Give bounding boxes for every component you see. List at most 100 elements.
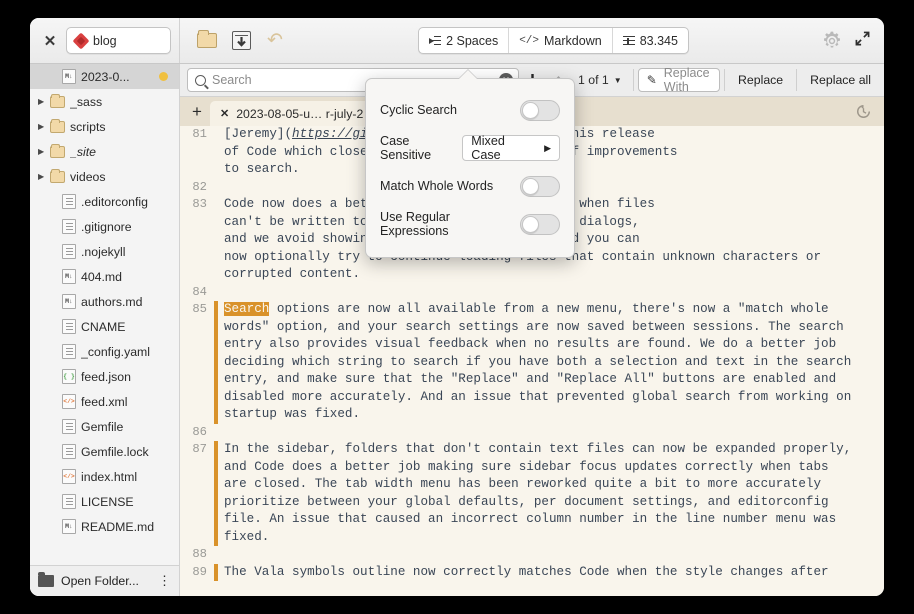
editor-line-wrap: corrupted content.	[180, 266, 884, 284]
file-tree-item[interactable]: ▶_sass	[30, 89, 179, 114]
expand-arrow-icon[interactable]: ▶	[38, 97, 50, 106]
case-sensitive-dropdown[interactable]: Mixed Case ▶	[462, 135, 560, 161]
language-setting-button[interactable]: </> Markdown	[509, 28, 612, 53]
line-text	[218, 546, 884, 564]
line-text: words" option, and your search settings …	[218, 319, 884, 337]
line-text: Search options are now all available fro…	[218, 301, 884, 319]
editor-line-wrap: entry also provides visual feedback when…	[180, 336, 884, 354]
line-position-button[interactable]: 83.345	[613, 28, 688, 53]
text-file-icon	[62, 494, 76, 509]
file-type-badge: M↓	[63, 520, 75, 533]
line-number	[180, 266, 214, 284]
editor-line-wrap: are closed. The tab width menu has been …	[180, 476, 884, 494]
file-tree-item[interactable]: CNAME	[30, 314, 179, 339]
case-sensitive-value: Mixed Case	[471, 134, 536, 162]
xml-file-icon: </>	[62, 394, 76, 409]
match-count-label: 1 of 1	[578, 73, 609, 87]
file-tree-item[interactable]: LICENSE	[30, 489, 179, 514]
file-name-label: feed.xml	[81, 395, 127, 409]
match-whole-words-label: Match Whole Words	[380, 179, 493, 193]
undo-button[interactable]: ↶	[262, 29, 288, 53]
line-text: startup was fixed.	[218, 406, 884, 424]
folder-icon	[197, 33, 217, 48]
chevron-down-icon: ▼	[614, 76, 622, 85]
line-number: 81	[180, 126, 214, 144]
expand-arrow-icon[interactable]: ▶	[38, 122, 50, 131]
line-text: and Code does a better job making sure s…	[218, 459, 884, 477]
line-number: 88	[180, 546, 214, 564]
kebab-menu-icon[interactable]: ⋮	[158, 576, 171, 586]
line-text: disabled more accurately. And an issue t…	[218, 389, 884, 407]
json-file-icon: { }	[62, 369, 76, 384]
line-number	[180, 319, 214, 337]
file-tree-item[interactable]: .nojekyll	[30, 239, 179, 264]
indent-setting-button[interactable]: 2 Spaces	[419, 28, 509, 53]
language-label: Markdown	[544, 34, 602, 48]
code-icon: </>	[519, 35, 539, 47]
open-folder-label[interactable]: Open Folder...	[61, 574, 139, 588]
file-tree-item[interactable]: </>index.html	[30, 464, 179, 489]
project-name-label: blog	[93, 34, 117, 48]
document-tab[interactable]: ✕ 2023-08-05-u… r-july-2…	[210, 101, 388, 126]
editor-line-wrap: and Code does a better job making sure s…	[180, 459, 884, 477]
line-text: entry also provides visual feedback when…	[218, 336, 884, 354]
file-name-label: .gitignore	[81, 220, 132, 234]
file-type-badge: </>	[63, 395, 75, 408]
close-window-button[interactable]: ✕	[40, 31, 60, 51]
line-number: 84	[180, 284, 214, 302]
line-number	[180, 529, 214, 547]
file-name-label: 404.md	[81, 270, 122, 284]
expand-arrow-icon[interactable]: ▶	[38, 147, 50, 156]
toggle-knob	[522, 102, 539, 119]
file-tree-item[interactable]: M↓authors.md	[30, 289, 179, 314]
use-regex-toggle[interactable]	[520, 214, 560, 235]
line-number	[180, 161, 214, 179]
file-tree-item[interactable]: ▶scripts	[30, 114, 179, 139]
replace-input[interactable]: ✎ Replace With	[638, 68, 720, 92]
line-text	[218, 284, 884, 302]
file-tree-item[interactable]: ▶_site	[30, 139, 179, 164]
fullscreen-button[interactable]	[853, 31, 872, 50]
line-number	[180, 249, 214, 267]
replace-all-button[interactable]: Replace all	[801, 68, 880, 92]
settings-button[interactable]	[819, 29, 845, 53]
xml-file-icon: </>	[62, 469, 76, 484]
open-folder-button[interactable]	[194, 29, 220, 53]
file-type-badge: { }	[63, 370, 75, 383]
line-text: are closed. The tab width menu has been …	[218, 476, 884, 494]
file-tree-item[interactable]: { }feed.json	[30, 364, 179, 389]
expand-arrow-icon[interactable]: ▶	[38, 172, 50, 181]
new-tab-button[interactable]: +	[184, 97, 210, 126]
text-file-icon	[62, 419, 76, 434]
editor-line-wrap: prioritize between your global defaults,…	[180, 494, 884, 512]
folder-icon	[50, 146, 65, 158]
file-tree-item[interactable]: M↓404.md	[30, 264, 179, 289]
markdown-file-icon: M↓	[62, 519, 76, 534]
save-button[interactable]	[228, 29, 254, 53]
close-tab-button[interactable]: ✕	[220, 107, 229, 120]
replace-button[interactable]: Replace	[729, 68, 792, 92]
cyclic-search-toggle[interactable]	[520, 100, 560, 121]
file-tree-item[interactable]: _config.yaml	[30, 339, 179, 364]
undo-icon: ↶	[267, 31, 283, 50]
file-tree-item[interactable]: M↓README.md	[30, 514, 179, 539]
file-tree-item[interactable]: M↓2023-0...	[30, 64, 179, 89]
file-tree-item[interactable]: .gitignore	[30, 214, 179, 239]
text-file-icon	[62, 319, 76, 334]
file-name-label: 2023-0...	[81, 70, 130, 84]
file-tree-item[interactable]: Gemfile	[30, 414, 179, 439]
file-tree-item[interactable]: .editorconfig	[30, 189, 179, 214]
match-whole-words-toggle[interactable]	[520, 176, 560, 197]
sidebar-header: ✕ blog	[30, 18, 180, 63]
line-text: corrupted content.	[218, 266, 884, 284]
file-tree-item[interactable]: </> feed.xml	[30, 389, 179, 414]
project-chooser-button[interactable]: blog	[66, 27, 171, 54]
search-options-button[interactable]: 1 of 1 ▼	[571, 68, 629, 92]
history-icon[interactable]	[855, 103, 872, 120]
file-tree-item[interactable]: ▶videos	[30, 164, 179, 189]
file-tree-item[interactable]: Gemfile.lock	[30, 439, 179, 464]
option-case-sensitive: Case Sensitive Mixed Case ▶	[380, 129, 560, 167]
file-name-label: authors.md	[81, 295, 143, 309]
file-tree[interactable]: M↓2023-0...▶_sass▶scripts▶_site▶videos.e…	[30, 64, 179, 565]
line-number	[180, 336, 214, 354]
